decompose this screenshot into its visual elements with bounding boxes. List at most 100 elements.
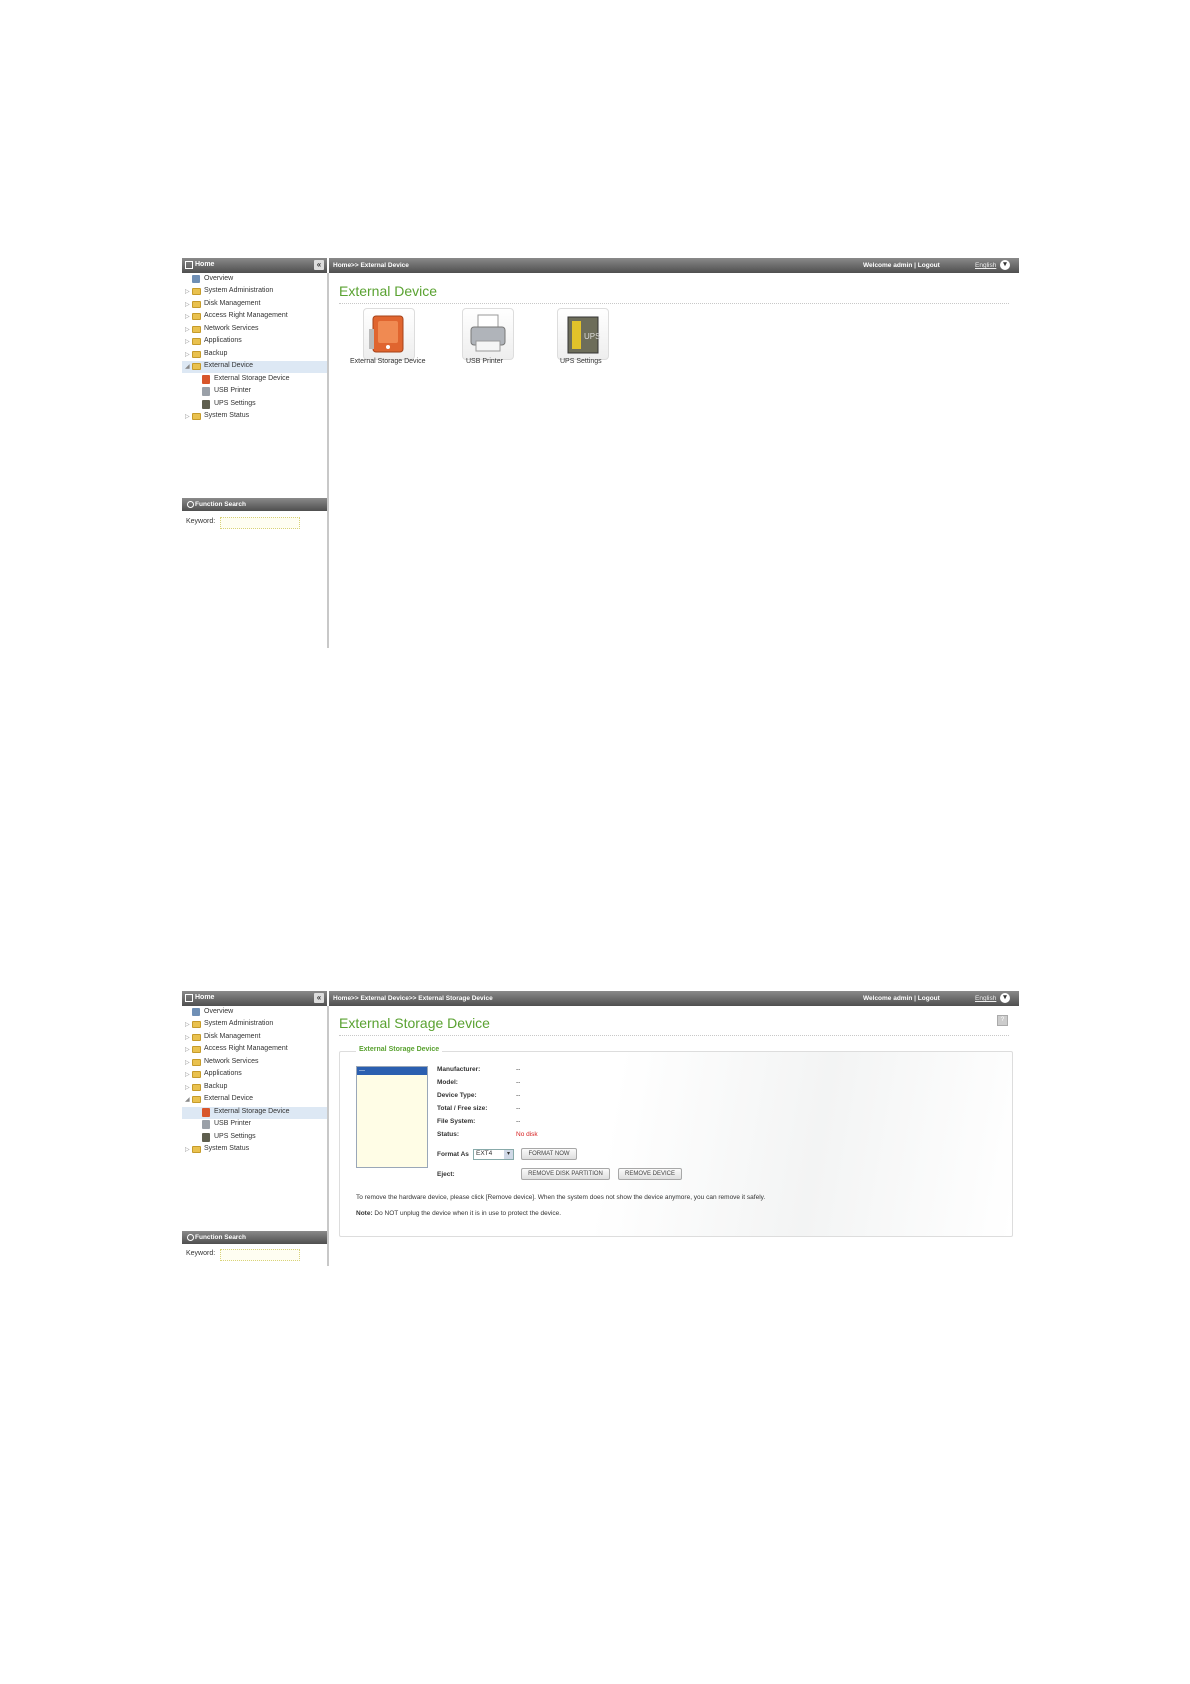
- usb-printer-label[interactable]: USB Printer: [466, 358, 503, 365]
- expand-arrow-icon[interactable]: ▷: [185, 1034, 190, 1041]
- format-select[interactable]: EXT4 ▾: [473, 1149, 514, 1160]
- eject-label: Eject:: [437, 1171, 455, 1178]
- external-storage-device-tile[interactable]: [363, 308, 415, 360]
- search-icon: [187, 501, 194, 508]
- sidebar-item-label: Overview: [204, 1008, 234, 1015]
- collapse-arrow-icon[interactable]: ◢: [185, 1096, 190, 1103]
- expand-arrow-icon[interactable]: ▷: [185, 288, 190, 295]
- sidebar-item-usb-printer[interactable]: USB Printer: [182, 1119, 327, 1131]
- sidebar-item-system-status[interactable]: ▷ System Status: [182, 1144, 327, 1156]
- sidebar-header: Home «: [182, 258, 327, 273]
- function-search-header: Function Search: [182, 1231, 327, 1244]
- collapse-sidebar-button[interactable]: «: [314, 260, 324, 270]
- format-now-button[interactable]: FORMAT NOW: [521, 1148, 577, 1160]
- size-value: --: [516, 1105, 521, 1112]
- ups-settings-tile[interactable]: UPS: [557, 308, 609, 360]
- folder-icon: [192, 313, 201, 320]
- folder-icon: [192, 338, 201, 345]
- expand-arrow-icon[interactable]: ▷: [185, 1021, 190, 1028]
- remove-disk-partition-button[interactable]: REMOVE DISK PARTITION: [521, 1168, 610, 1180]
- home-icon: [185, 261, 193, 269]
- chevron-down-icon[interactable]: ▾: [1000, 260, 1010, 270]
- sidebar-item-access-right-management[interactable]: ▷ Access Right Management: [182, 1044, 327, 1056]
- expand-arrow-icon[interactable]: ▷: [185, 301, 190, 308]
- external-storage-icon: [369, 315, 404, 353]
- sidebar-item-label: Applications: [204, 1070, 242, 1077]
- language-select[interactable]: English: [975, 262, 996, 269]
- sidebar-item-backup[interactable]: ▷ Backup: [182, 1082, 327, 1094]
- sidebar-item-applications[interactable]: ▷ Applications: [182, 1069, 327, 1081]
- sidebar-item-label: System Status: [204, 412, 250, 419]
- sidebar-item-system-status[interactable]: ▷ System Status: [182, 411, 327, 423]
- function-search-title: Function Search: [195, 501, 246, 508]
- note: Note: Do NOT unplug the device when it i…: [356, 1210, 561, 1217]
- device-type-value: --: [516, 1092, 521, 1099]
- folder-icon: [192, 288, 201, 295]
- welcome-logout[interactable]: Welcome admin | Logout: [863, 262, 940, 269]
- expand-arrow-icon[interactable]: ▷: [185, 351, 190, 358]
- expand-arrow-icon[interactable]: ▷: [185, 1059, 190, 1066]
- chevron-down-icon[interactable]: ▾: [1000, 993, 1010, 1003]
- screenshot-external-device: Home « Home>> External Device Welcome ad…: [182, 258, 1019, 648]
- note-label: Note:: [356, 1210, 373, 1217]
- expand-arrow-icon[interactable]: ▷: [185, 1071, 190, 1078]
- printer-icon: [202, 1120, 210, 1129]
- overview-icon: [192, 275, 200, 283]
- sidebar-item-label: External Storage Device: [214, 375, 290, 382]
- sidebar-item-access-right-management[interactable]: ▷ Access Right Management: [182, 311, 327, 323]
- sidebar-item-overview[interactable]: Overview: [182, 1007, 327, 1019]
- collapse-arrow-icon[interactable]: ◢: [185, 363, 190, 370]
- sidebar-item-external-device[interactable]: ◢ External Device: [182, 1094, 327, 1106]
- sidebar-item-system-administration[interactable]: ▷ System Administration: [182, 286, 327, 298]
- sidebar-item-ups-settings[interactable]: UPS Settings: [182, 1132, 327, 1144]
- sidebar-item-label: External Device: [204, 1095, 254, 1102]
- expand-arrow-icon[interactable]: ▷: [185, 1146, 190, 1153]
- expand-arrow-icon[interactable]: ▷: [185, 413, 190, 420]
- usb-printer-tile[interactable]: [462, 308, 514, 360]
- sidebar-item-external-storage-device[interactable]: External Storage Device: [182, 374, 327, 386]
- sidebar-item-network-services[interactable]: ▷ Network Services: [182, 1057, 327, 1069]
- expand-arrow-icon[interactable]: ▷: [185, 338, 190, 345]
- welcome-logout[interactable]: Welcome admin | Logout: [863, 995, 940, 1002]
- expand-arrow-icon[interactable]: ▷: [185, 1084, 190, 1091]
- sidebar-item-label: Network Services: [204, 325, 259, 332]
- language-select[interactable]: English: [975, 995, 996, 1002]
- ups-settings-label[interactable]: UPS Settings: [560, 358, 602, 365]
- printer-icon: [470, 314, 506, 352]
- folder-icon: [192, 301, 201, 308]
- external-storage-device-label[interactable]: External Storage Device: [350, 358, 425, 365]
- device-list[interactable]: ---: [356, 1066, 428, 1168]
- sidebar-item-network-services[interactable]: ▷ Network Services: [182, 324, 327, 336]
- sidebar-item-label: USB Printer: [214, 387, 251, 394]
- sidebar-item-usb-printer[interactable]: USB Printer: [182, 386, 327, 398]
- expand-arrow-icon[interactable]: ▷: [185, 313, 190, 320]
- device-list-item[interactable]: ---: [357, 1067, 427, 1075]
- sidebar-item-external-device[interactable]: ◢ External Device: [182, 361, 327, 373]
- sidebar-item-ups-settings[interactable]: UPS Settings: [182, 399, 327, 411]
- search-icon: [187, 1234, 194, 1241]
- device-type-label: Device Type:: [437, 1092, 477, 1099]
- sidebar-item-backup[interactable]: ▷ Backup: [182, 349, 327, 361]
- collapse-sidebar-button[interactable]: «: [314, 993, 324, 1003]
- sidebar-item-disk-management[interactable]: ▷ Disk Management: [182, 1032, 327, 1044]
- home-link[interactable]: Home: [195, 994, 214, 1001]
- remove-instruction: To remove the hardware device, please cl…: [356, 1194, 766, 1201]
- sidebar-item-applications[interactable]: ▷ Applications: [182, 336, 327, 348]
- expand-arrow-icon[interactable]: ▷: [185, 326, 190, 333]
- help-icon[interactable]: ?: [997, 1015, 1008, 1026]
- sidebar-item-external-storage-device[interactable]: External Storage Device: [182, 1107, 327, 1119]
- sidebar-item-disk-management[interactable]: ▷ Disk Management: [182, 299, 327, 311]
- sidebar-item-overview[interactable]: Overview: [182, 274, 327, 286]
- keyword-input[interactable]: [220, 1249, 300, 1261]
- size-label: Total / Free size:: [437, 1105, 488, 1112]
- folder-icon: [192, 326, 201, 333]
- expand-arrow-icon[interactable]: ▷: [185, 1046, 190, 1053]
- breadcrumb: Home>> External Device>> External Storag…: [333, 995, 493, 1002]
- chevron-down-icon[interactable]: ▾: [504, 1150, 513, 1159]
- keyword-input[interactable]: [220, 517, 300, 529]
- sidebar-item-system-administration[interactable]: ▷ System Administration: [182, 1019, 327, 1031]
- sidebar-item-label: External Storage Device: [214, 1108, 290, 1115]
- sidebar-item-label: Disk Management: [204, 300, 261, 307]
- remove-device-button[interactable]: REMOVE DEVICE: [618, 1168, 682, 1180]
- home-link[interactable]: Home: [195, 261, 214, 268]
